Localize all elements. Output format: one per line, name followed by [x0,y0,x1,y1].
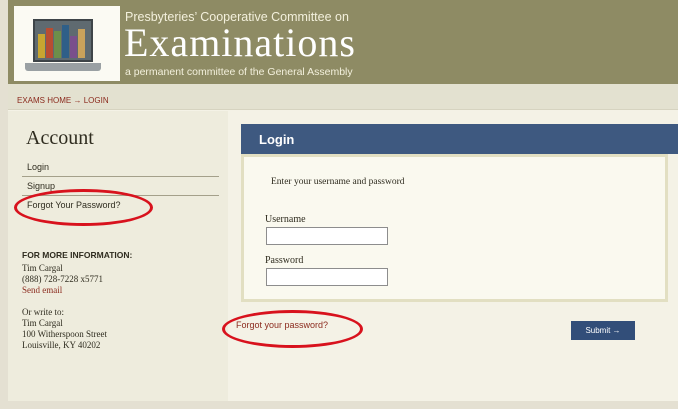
committee-logo[interactable] [14,6,120,81]
login-form: Enter your username and password Usernam… [241,154,668,302]
sidebar-item-login[interactable]: Login [27,162,49,172]
breadcrumb-current: LOGIN [83,96,109,105]
write-to-label: Or write to: [22,307,64,317]
book-icon [38,34,45,58]
book-icon [54,31,61,58]
highlight-ellipse [14,189,153,226]
password-field[interactable] [266,268,388,286]
book-icon [46,28,53,58]
org-tagline: a permanent committee of the General Ass… [125,66,353,78]
breadcrumb: EXAMS HOME → LOGIN [8,84,678,110]
username-label: Username [265,214,306,225]
info-heading: FOR MORE INFORMATION: [22,250,133,260]
highlight-ellipse [222,310,363,348]
breadcrumb-arrow-icon: → [73,96,82,105]
book-icon [70,36,77,58]
submit-button[interactable]: Submit → [571,321,635,340]
laptop-base [25,63,101,71]
login-instruction: Enter your username and password [271,177,405,187]
password-label: Password [265,255,304,266]
username-field[interactable] [266,227,388,245]
site-title[interactable]: Examinations [124,23,356,63]
book-icon [78,29,85,58]
contact-name: Tim Cargal [22,263,63,273]
divider [22,176,219,177]
account-sidebar: Account Login Signup Forgot Your Passwor… [8,111,228,401]
footer-strip [8,401,678,409]
sidebar-item-signup[interactable]: Signup [27,181,55,191]
page: Presbyteries’ Cooperative Committee on E… [8,0,678,409]
address-street: 100 Witherspoon Street [22,329,107,339]
sidebar-title: Account [26,127,94,149]
address-city: Louisville, KY 40202 [22,340,101,350]
site-banner: Presbyteries’ Cooperative Committee on E… [8,0,678,84]
login-title: Login [259,132,295,147]
contact-phone: (888) 728-7228 x5771 [22,274,103,284]
laptop-icon [33,19,93,62]
breadcrumb-home-link[interactable]: EXAMS HOME [17,96,71,105]
book-icon [62,25,69,58]
send-email-link[interactable]: Send email [22,285,62,295]
login-panel-header: Login [241,124,678,154]
address-name: Tim Cargal [22,318,63,328]
